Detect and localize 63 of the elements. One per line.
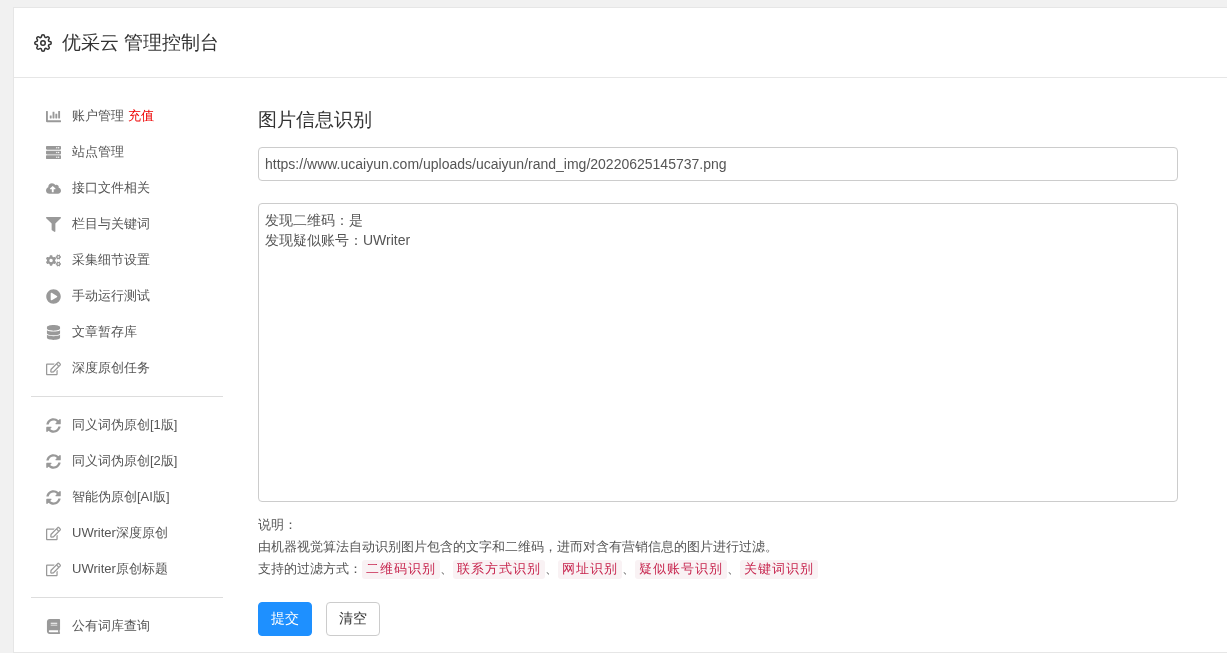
url-field[interactable]: https://www.ucaiyun.com/uploads/ucaiyun/rand_img/20220625145737.png (258, 147, 1178, 181)
sidebar-item[interactable]: 栏目与关键词 (31, 206, 223, 242)
app-title: 优采云 管理控制台 (62, 30, 220, 55)
sidebar-label: 深度原创任务 (72, 359, 150, 377)
sidebar-item[interactable]: UWriter深度原创 (31, 515, 223, 551)
methods-label: 支持的过滤方式： (258, 560, 362, 578)
separator: 、 (727, 560, 740, 578)
result-line: 发现疑似账号：UWriter (265, 231, 412, 250)
sidebar-label: 智能伪原创[AI版] (72, 488, 170, 506)
sidebar-item[interactable]: 同义词伪原创[2版] (31, 443, 223, 479)
section-title: 图片信息识别 (258, 108, 373, 132)
method-tag: 疑似账号识别 (635, 559, 727, 579)
method-tag: 二维码识别 (362, 559, 440, 579)
method-tag: 网址识别 (558, 559, 622, 579)
edit-icon (44, 525, 62, 541)
server-icon (44, 144, 62, 160)
sidebar-item[interactable]: 账户管理 充值 (31, 98, 223, 134)
sidebar-label: UWriter深度原创 (72, 524, 168, 542)
sidebar-label: 接口文件相关 (72, 179, 150, 197)
sidebar-label: 同义词伪原创[1版] (72, 416, 178, 434)
sidebar-label: UWriter原创标题 (72, 560, 168, 578)
method-tag: 联系方式识别 (453, 559, 545, 579)
sidebar-label: 栏目与关键词 (72, 215, 150, 233)
sidebar-label: 站点管理 (72, 143, 124, 161)
book-icon (44, 618, 62, 634)
sidebar-item[interactable]: 智能伪原创[AI版] (31, 479, 223, 515)
sidebar-item[interactable]: UWriter原创标题 (31, 551, 223, 587)
play-icon (44, 288, 62, 304)
cloud-upload-icon (44, 180, 62, 196)
separator: 、 (622, 560, 635, 578)
refresh-icon (44, 453, 62, 469)
result-line: 发现二维码：是 (265, 211, 364, 230)
sidebar-item[interactable]: 文章暂存库 (31, 314, 223, 350)
bar-chart-icon (44, 108, 62, 124)
sidebar-label: 账户管理 (72, 107, 124, 125)
edit-icon (44, 561, 62, 577)
database-icon (44, 324, 62, 340)
refresh-icon (44, 417, 62, 433)
sidebar-item[interactable]: 公有词库查询 (31, 608, 223, 644)
sidebar-item[interactable]: 接口文件相关 (31, 170, 223, 206)
sidebar-item[interactable]: 深度原创任务 (31, 350, 223, 386)
sidebar-item[interactable]: 同义词伪原创[1版] (31, 407, 223, 443)
sidebar-item[interactable]: 手动运行测试 (31, 278, 223, 314)
method-tag: 关键词识别 (740, 559, 818, 579)
refresh-icon (44, 489, 62, 505)
sidebar-label: 同义词伪原创[2版] (72, 452, 178, 470)
note-text: 由机器视觉算法自动识别图片包含的文字和二维码，进而对含有营销信息的图片进行过滤。 (258, 538, 779, 556)
filter-icon (44, 216, 62, 232)
settings-icon (34, 33, 52, 52)
edit-icon (44, 360, 62, 376)
sidebar-item[interactable]: 采集细节设置 (31, 242, 223, 278)
clear-button[interactable]: 清空 (326, 602, 380, 636)
note-title: 说明： (258, 516, 298, 534)
sidebar-item[interactable]: 站点管理 (31, 134, 223, 170)
result-box[interactable]: 发现二维码：是 发现疑似账号：UWriter (258, 203, 1178, 502)
separator: 、 (545, 560, 558, 578)
separator: 、 (440, 560, 453, 578)
sidebar-label: 公有词库查询 (72, 617, 150, 635)
sidebar-label: 文章暂存库 (72, 323, 137, 341)
gears-icon (44, 252, 62, 268)
sidebar-label: 采集细节设置 (72, 251, 150, 269)
sidebar-label: 手动运行测试 (72, 287, 150, 305)
recharge-link[interactable]: 充值 (128, 107, 154, 125)
